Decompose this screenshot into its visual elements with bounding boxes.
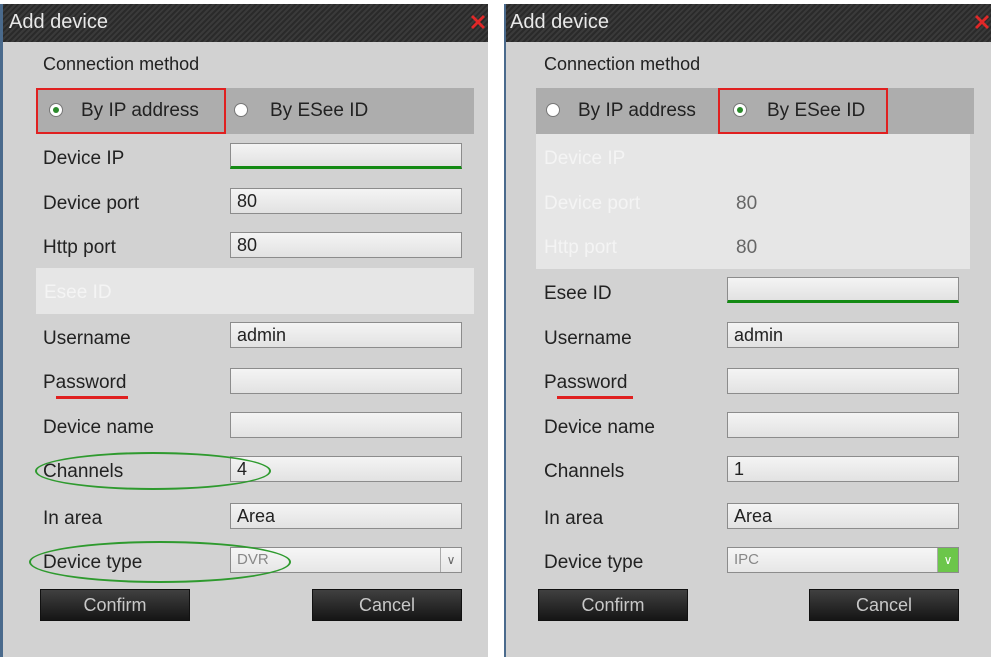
device-port-value: 80	[736, 193, 758, 214]
close-icon[interactable]	[972, 12, 991, 32]
in-area-label: In area	[544, 508, 604, 529]
highlight-box	[36, 88, 226, 134]
radio-button[interactable]	[546, 103, 560, 117]
device-ip-label: Device IP	[544, 148, 626, 169]
in-area-input[interactable]: Area	[230, 503, 462, 529]
radio-label-ip: By IP address	[578, 100, 696, 121]
http-port-input[interactable]: 80	[230, 232, 462, 258]
username-input[interactable]: admin	[727, 322, 959, 348]
device-type-select[interactable]: IPC ∨	[727, 547, 959, 573]
annotation-ellipse	[35, 452, 271, 490]
device-type-value: IPC	[734, 551, 760, 568]
in-area-input[interactable]: Area	[727, 503, 959, 529]
red-underline	[56, 396, 128, 399]
cancel-button[interactable]: Cancel	[809, 589, 959, 621]
device-port-label: Device port	[43, 193, 140, 214]
confirm-button[interactable]: Confirm	[40, 589, 190, 621]
radio-label-esee: By ESee ID	[270, 100, 369, 121]
dialog-title: Add device	[9, 11, 108, 33]
device-ip-label: Device IP	[43, 148, 125, 169]
username-label: Username	[544, 328, 632, 349]
http-port-label: Http port	[43, 237, 116, 258]
password-label: Password	[544, 372, 628, 393]
device-ip-input[interactable]	[230, 143, 462, 169]
add-device-dialog-ip: Add device Connection method By IP addre…	[0, 4, 488, 657]
esee-id-label: Esee ID	[44, 282, 112, 303]
dialog-title: Add device	[510, 11, 609, 33]
annotation-ellipse	[29, 541, 291, 583]
device-port-label: Device port	[544, 193, 641, 214]
channels-input[interactable]: 1	[727, 456, 959, 482]
add-device-dialog-esee: Add device Connection method By IP addre…	[504, 4, 991, 657]
highlight-box	[718, 88, 888, 134]
connection-method-label: Connection method	[544, 54, 701, 74]
device-type-label: Device type	[544, 552, 644, 573]
close-icon[interactable]	[468, 12, 488, 32]
password-label: Password	[43, 372, 127, 393]
username-label: Username	[43, 328, 131, 349]
device-port-input[interactable]: 80	[230, 188, 462, 214]
dialog-titlebar[interactable]: Add device	[3, 4, 488, 42]
radio-by-ip[interactable]: By IP address	[536, 88, 721, 134]
esee-id-label: Esee ID	[544, 283, 612, 304]
connection-method-label: Connection method	[43, 54, 200, 74]
device-name-input[interactable]	[727, 412, 959, 438]
username-input[interactable]: admin	[230, 322, 462, 348]
channels-label: Channels	[544, 461, 625, 482]
esee-id-input[interactable]	[727, 277, 959, 303]
chevron-down-icon[interactable]: ∨	[440, 548, 461, 572]
device-name-input[interactable]	[230, 412, 462, 438]
password-input[interactable]	[230, 368, 462, 394]
device-name-label: Device name	[544, 417, 655, 438]
chevron-down-icon[interactable]: ∨	[937, 548, 958, 572]
password-input[interactable]	[727, 368, 959, 394]
ip-disabled-block: Device IP Device port 80 Http port 80	[536, 134, 970, 269]
cancel-button[interactable]: Cancel	[312, 589, 462, 621]
device-name-label: Device name	[43, 417, 154, 438]
red-underline	[557, 396, 633, 399]
radio-by-esee[interactable]: By ESee ID	[228, 88, 468, 134]
http-port-label: Http port	[544, 237, 617, 258]
in-area-label: In area	[43, 508, 103, 529]
esee-id-disabled-row: Esee ID	[36, 268, 474, 314]
dialog-titlebar[interactable]: Add device	[506, 4, 991, 42]
http-port-value: 80	[736, 237, 758, 258]
confirm-button[interactable]: Confirm	[538, 589, 688, 621]
radio-button[interactable]	[234, 103, 248, 117]
